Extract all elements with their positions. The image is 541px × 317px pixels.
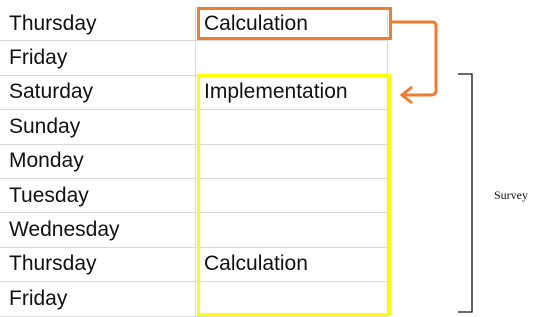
survey-label: Survey [494, 188, 528, 202]
curved-arrow-icon [392, 20, 438, 105]
right-brace-icon [458, 73, 473, 313]
annotation-layer [392, 20, 473, 313]
